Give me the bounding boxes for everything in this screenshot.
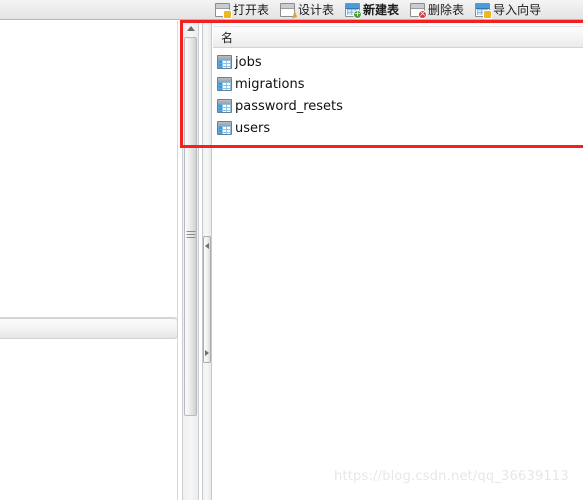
import-arrow-badge-icon xyxy=(483,9,493,19)
toolbar-button-design-table[interactable]: 设计表 xyxy=(277,0,337,19)
table-icon xyxy=(217,99,232,113)
pane-splitter[interactable] xyxy=(202,21,212,500)
object-list-rows: jobs migrations password_resets users xyxy=(213,51,583,139)
design-table-icon xyxy=(280,2,298,19)
plus-badge-icon: + xyxy=(353,9,363,19)
new-table-icon: + xyxy=(345,2,363,19)
left-pane xyxy=(0,21,178,500)
list-item-label: jobs xyxy=(235,54,262,70)
table-icon xyxy=(217,77,232,91)
left-pane-group-bar[interactable] xyxy=(0,318,178,339)
scrollbar-thumb[interactable] xyxy=(184,37,197,416)
list-item[interactable]: jobs xyxy=(213,51,583,73)
main-toolbar: 打开表 设计表 + 新建表 × 删除表 导入向导 xyxy=(0,0,583,20)
list-item[interactable]: password_resets xyxy=(213,95,583,117)
list-item-label: migrations xyxy=(235,76,305,92)
toolbar-button-open-table-label: 打开表 xyxy=(233,2,270,17)
list-item[interactable]: users xyxy=(213,117,583,139)
toolbar-button-delete-table[interactable]: × 删除表 xyxy=(407,0,467,19)
grip-lines-icon xyxy=(186,231,195,239)
list-item[interactable]: migrations xyxy=(213,73,583,95)
toolbar-button-new-table[interactable]: + 新建表 xyxy=(342,0,402,19)
triangle-right-icon[interactable] xyxy=(205,350,209,356)
list-item-label: users xyxy=(235,120,271,136)
list-column-header-name-label: 名 xyxy=(221,30,234,45)
delete-table-icon: × xyxy=(410,2,428,19)
toolbar-button-import-wizard-label: 导入向导 xyxy=(493,2,542,17)
toolbar-button-design-table-label: 设计表 xyxy=(298,2,335,17)
toolbar-button-delete-table-label: 删除表 xyxy=(428,2,465,17)
pencil-badge-icon xyxy=(289,9,298,19)
toolbar-button-new-table-label: 新建表 xyxy=(363,2,400,17)
open-table-icon xyxy=(215,2,232,19)
scrollbar-up-button[interactable] xyxy=(183,21,198,36)
folder-badge-icon xyxy=(223,9,232,19)
toolbar-button-open-table[interactable]: 打开表 xyxy=(212,0,272,19)
triangle-up-icon xyxy=(186,26,195,31)
vertical-scrollbar[interactable] xyxy=(182,21,199,500)
table-icon xyxy=(217,55,232,69)
import-wizard-icon xyxy=(475,2,493,19)
list-item-label: password_resets xyxy=(235,98,343,114)
splitter-handle[interactable] xyxy=(203,236,211,363)
list-column-header[interactable]: 名 xyxy=(213,26,583,48)
table-icon xyxy=(217,121,232,135)
object-list-panel: 名 jobs migrations password_resets users xyxy=(213,21,583,500)
cross-badge-icon: × xyxy=(418,9,428,19)
toolbar-button-import-wizard[interactable]: 导入向导 xyxy=(472,0,544,19)
triangle-left-icon[interactable] xyxy=(205,243,209,249)
watermark-text: https://blog.csdn.net/qq_36639113 xyxy=(334,469,569,484)
